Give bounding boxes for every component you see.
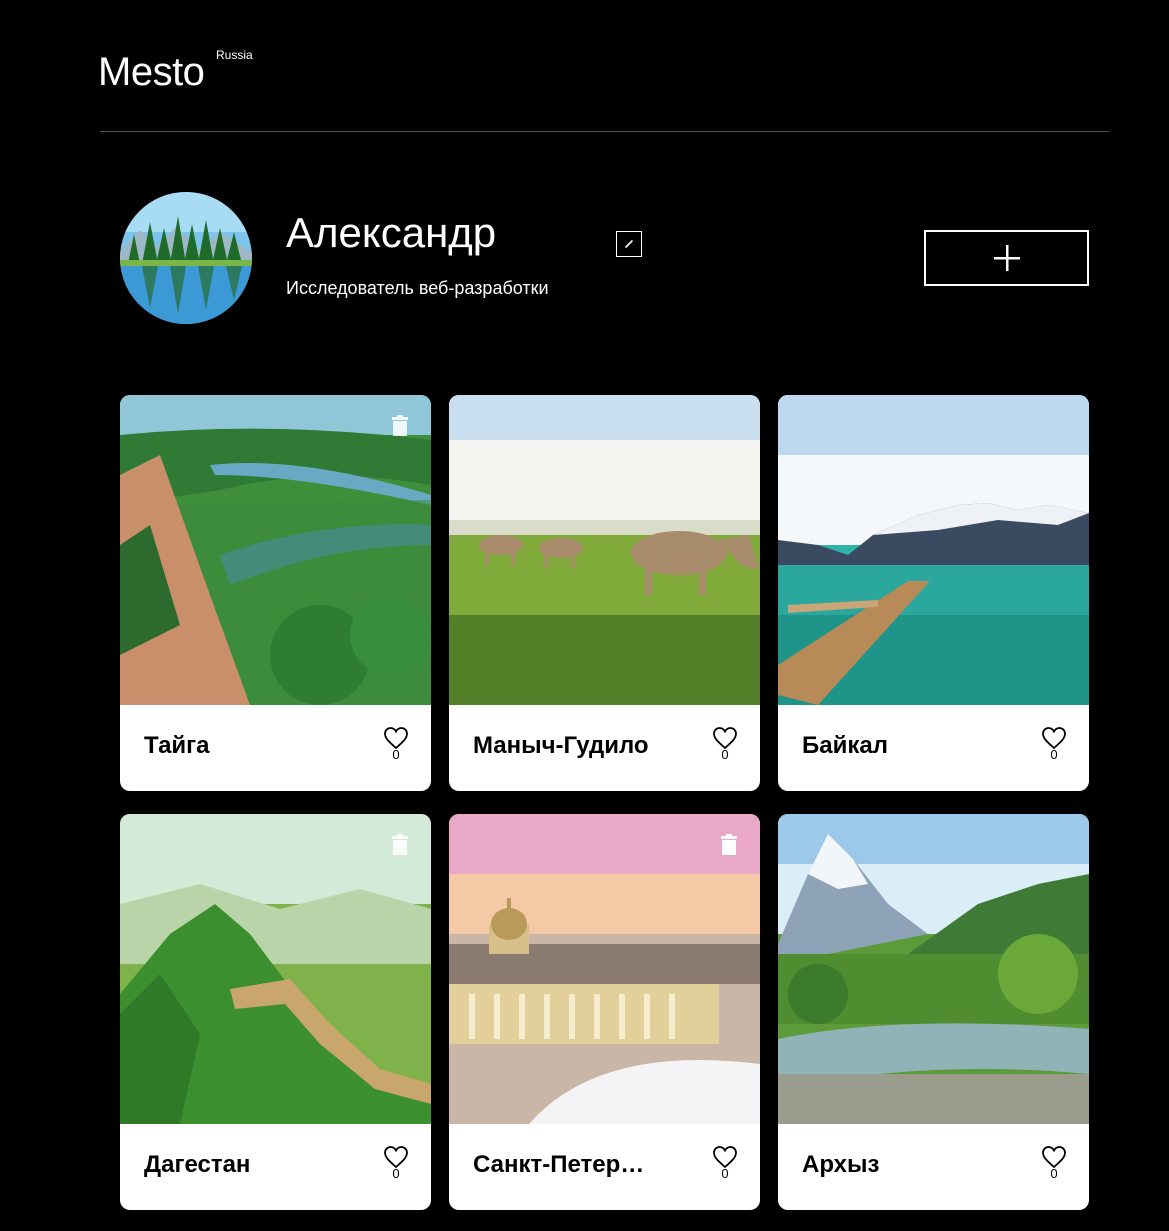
card-title: Архыз xyxy=(802,1151,880,1178)
place-card: Тайга 0 xyxy=(120,395,431,791)
place-card: Маныч-Гудило 0 xyxy=(449,395,760,791)
like-group: 0 xyxy=(381,726,411,762)
like-group: 0 xyxy=(381,1145,411,1181)
site-header: Mesto Russia xyxy=(98,0,1109,132)
like-group: 0 xyxy=(1039,1145,1069,1181)
place-card: Архыз 0 xyxy=(778,814,1089,1210)
like-count: 0 xyxy=(392,1166,400,1181)
avatar[interactable] xyxy=(120,192,252,324)
card-title: Тайга xyxy=(144,732,210,759)
card-image[interactable] xyxy=(120,814,431,1124)
pencil-icon xyxy=(624,239,634,249)
profile-name: Александр xyxy=(286,209,497,256)
trash-icon xyxy=(392,834,408,855)
edit-profile-button[interactable] xyxy=(616,231,642,257)
plus-icon xyxy=(993,245,1020,271)
card-title: Санкт-Петер… xyxy=(473,1151,645,1178)
place-card: Санкт-Петер… 0 xyxy=(449,814,760,1210)
card-image[interactable] xyxy=(778,395,1089,705)
delete-card-button[interactable] xyxy=(389,834,411,856)
like-count: 0 xyxy=(1050,747,1058,762)
logo-region: Russia xyxy=(216,48,253,62)
like-count: 0 xyxy=(392,747,400,762)
delete-card-button[interactable] xyxy=(389,415,411,437)
card-image[interactable] xyxy=(449,395,760,705)
card-image[interactable] xyxy=(449,814,760,1124)
trash-icon xyxy=(392,415,408,436)
like-group: 0 xyxy=(1039,726,1069,762)
like-group: 0 xyxy=(710,1145,740,1181)
trash-icon xyxy=(721,834,737,855)
like-count: 0 xyxy=(721,747,729,762)
avatar-image xyxy=(120,192,252,324)
like-group: 0 xyxy=(710,726,740,762)
card-image[interactable] xyxy=(120,395,431,705)
card-image[interactable] xyxy=(778,814,1089,1124)
like-count: 0 xyxy=(721,1166,729,1181)
delete-card-button[interactable] xyxy=(718,834,740,856)
card-title: Дагестан xyxy=(144,1151,251,1178)
card-title: Байкал xyxy=(802,732,888,759)
profile-about: Исследователь веб-разработки xyxy=(286,278,549,298)
place-card: Дагестан 0 xyxy=(120,814,431,1210)
add-card-button[interactable] xyxy=(924,230,1089,286)
like-count: 0 xyxy=(1050,1166,1058,1181)
logo: Mesto xyxy=(98,50,205,94)
card-title: Маныч-Гудило xyxy=(473,732,649,759)
place-card: Байкал 0 xyxy=(778,395,1089,791)
